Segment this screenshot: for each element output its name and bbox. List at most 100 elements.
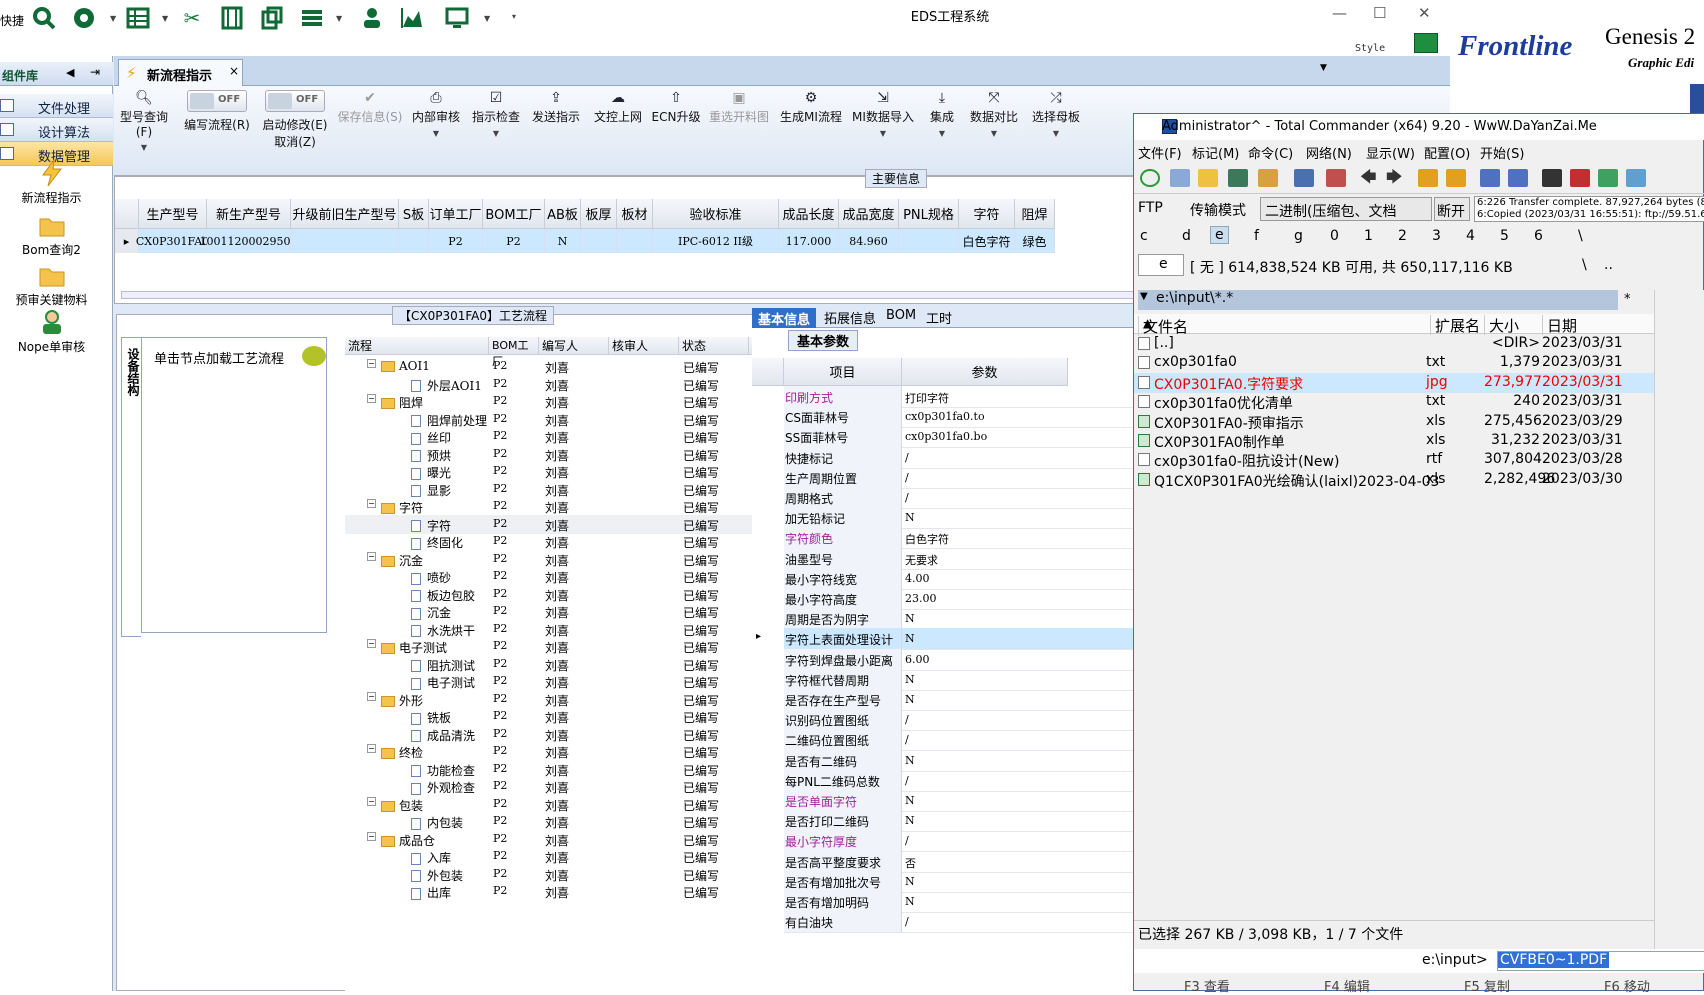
minimize-icon[interactable]: — [1332,4,1347,22]
column-header[interactable]: 验收标准 [653,199,779,229]
collapse-toggle-icon[interactable]: − [367,744,376,753]
start-modify-toggle[interactable]: OFF 启动修改(E) 取消(Z) [260,90,330,150]
drive-f[interactable]: f [1254,228,1259,244]
column-header[interactable]: PNL规格 [899,199,959,229]
toggle-switch[interactable]: OFF [187,90,247,112]
instruction-check-button[interactable]: ☑ 指示检查 ▼ [470,90,522,138]
menu-show[interactable]: 显示(W) [1366,143,1415,162]
toggle-switch[interactable]: OFF [265,90,325,112]
tree-node-item[interactable]: 功能检查 P2 刘喜 已编写 [345,760,775,779]
tree-node-item[interactable]: 终固化 P2 刘喜 已编写 [345,532,775,551]
column-header[interactable]: 编写人 [539,337,609,355]
close-icon[interactable]: ✕ [1418,4,1431,22]
tree-view-icon[interactable] [1198,169,1218,187]
f3-view-button[interactable]: F3 查看 [1184,976,1230,995]
generate-mi-button[interactable]: ⚙ 生成MI流程 [778,90,844,125]
tree-node-item[interactable]: 外层AOI1 P2 刘喜 已编写 [345,375,775,394]
mark-icon[interactable] [1326,169,1346,187]
table-cell[interactable]: P2 [483,229,545,253]
collapse-toggle-icon[interactable]: − [367,359,376,368]
table-cell[interactable]: 绿色 [1015,229,1055,253]
column-header[interactable]: 板厚 [581,199,617,229]
menu-net[interactable]: 网络(N) [1306,143,1352,162]
file-row[interactable]: [..] <DIR> 2023/03/31 [1134,334,1654,354]
collapse-toggle-icon[interactable]: − [367,499,376,508]
table-cell[interactable] [581,229,617,253]
tab-equipment-structure[interactable]: 设备结构 [121,337,141,637]
column-header[interactable]: 核审人 [609,337,679,355]
maximize-icon[interactable]: ☐ [1373,4,1386,22]
drive-1[interactable]: 1 [1364,228,1373,244]
table-cell[interactable]: P2 [429,229,483,253]
tree-node-folder[interactable]: − 电子测试 P2 刘喜 已编写 [345,637,775,656]
collapse-left-icon[interactable]: ◀ [66,66,74,79]
horizontal-scrollbar[interactable] [121,291,1151,299]
f5-copy-button[interactable]: F5 复制 [1464,976,1510,995]
tree-node-item[interactable]: 显影 P2 刘喜 已编写 [345,480,775,499]
tree-node-item[interactable]: 入库 P2 刘喜 已编写 [345,847,775,866]
column-header[interactable]: 升级前旧生产型号 [291,199,399,229]
tab-bom[interactable]: BOM [886,308,916,323]
scissors-icon[interactable]: ✂ [180,6,204,30]
tree-node-item[interactable]: 沉金 P2 刘喜 已编写 [345,602,775,621]
pin-icon[interactable]: ⇥ [90,65,100,79]
find-icon[interactable] [1542,169,1562,187]
column-header[interactable]: 参数 [902,358,1068,386]
ftp-log[interactable]: 6:226 Transfer complete. 87,927,264 byte… [1474,196,1704,222]
send-instruction-button[interactable]: ⇪ 发送指示 [530,90,582,125]
file-row[interactable]: cx0p301fa0 txt 1,379 2023/03/31 [1134,353,1654,373]
drive-root[interactable]: \ [1578,228,1583,244]
transfer-mode-select[interactable]: 二进制(压缩包、文档 [1260,197,1432,221]
drive-d[interactable]: d [1182,228,1191,244]
tree-node-item[interactable]: 阻焊前处理 P2 刘喜 已编写 [345,410,775,429]
tool-new-flow[interactable]: 新流程指示 [0,158,103,206]
tree-node-item[interactable]: 曝光 P2 刘喜 已编写 [345,462,775,481]
list-icon[interactable] [300,6,324,30]
menu-start[interactable]: 开始(S) [1480,143,1524,162]
tree-node-folder[interactable]: − 包装 P2 刘喜 已编写 [345,795,775,814]
drive-select[interactable]: e [1138,254,1184,276]
tree-node-folder[interactable]: − 终检 P2 刘喜 已编写 [345,742,775,761]
internal-review-button[interactable]: ⎙ 内部审核 ▼ [410,90,462,138]
column-header[interactable]: 字符 [959,199,1015,229]
column-header[interactable]: BOM工厂 [483,199,545,229]
menu-file[interactable]: 文件(F) [1138,143,1182,162]
style-menu[interactable]: Style [1355,43,1385,54]
cancel-label[interactable]: 取消(Z) [260,133,330,150]
collapse-toggle-icon[interactable]: − [367,796,376,806]
sync-icon[interactable] [1294,169,1314,187]
menu-commands[interactable]: 命令(C) [1248,143,1293,162]
doc-upload-button[interactable]: ☁ 文控上网 [592,90,644,125]
tree-node-item[interactable]: 字符 P2 刘喜 已编写 [345,514,775,534]
column-header[interactable]: S板 [399,199,429,229]
column-header[interactable]: AB板 [545,199,581,229]
filter-button[interactable]: * [1624,292,1631,307]
tab-extended-info[interactable]: 拓展信息 [824,308,876,327]
drive-0[interactable]: 0 [1330,228,1339,244]
tool-bom-query2[interactable]: Bom查询2 [0,211,103,258]
customize-icon[interactable]: ▾ [512,12,516,21]
file-row[interactable]: cx0p301fa0优化清单 txt 240 2023/03/31 [1134,392,1654,412]
tree-node-item[interactable]: 喷砂 P2 刘喜 已编写 [345,567,775,586]
query-button[interactable]: 🔍︎ 型号查询(F) ▼ [114,90,174,152]
tree-node-item[interactable]: 阻抗测试 P2 刘喜 已编写 [345,655,775,674]
table-cell[interactable] [291,229,399,253]
column-header-date[interactable]: 日期 [1542,315,1654,335]
drive-5[interactable]: 5 [1500,228,1509,244]
collapse-toggle-icon[interactable]: − [367,639,376,648]
rename-icon[interactable] [1570,169,1590,187]
notepad-icon[interactable] [1626,169,1646,187]
column-header[interactable]: 成品长度 [779,199,839,229]
tree-node-item[interactable]: 水洗烘干 P2 刘喜 已编写 [345,620,775,639]
sidebar-item-design-algorithm[interactable]: 设计算法 [0,118,113,142]
tree-node-item[interactable]: 外包装 P2 刘喜 已编写 [345,865,775,884]
tab-close-icon[interactable]: × [229,64,239,78]
chevron-down-icon[interactable]: ▼ [1320,63,1327,73]
tab-basic-info[interactable]: 基本信息 [752,308,817,329]
column-header[interactable]: 订单工厂 [429,199,483,229]
grid-icon[interactable] [126,6,150,30]
tree-node-folder[interactable]: − AOI1 P2 刘喜 已编写 [345,357,775,376]
menu-mark[interactable]: 标记(M) [1192,143,1239,162]
up-button[interactable]: .. [1604,257,1613,273]
drive-6[interactable]: 6 [1534,228,1543,244]
